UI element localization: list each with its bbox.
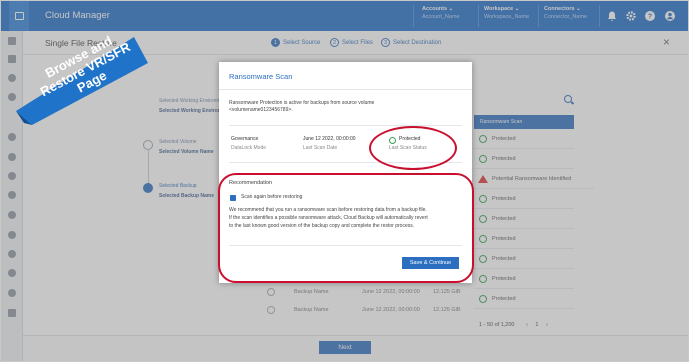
status-highlight [369,126,457,170]
app-frame: Cloud Manager Accounts ⌄ Account_Name Wo… [0,0,689,362]
dialog-intro: Ransomware Protection is active for back… [229,100,375,106]
scan-date: June 12 2022, 00:00:00 [303,136,356,142]
volume-name: <volumename0123456789>. [229,107,293,113]
governance-cell: Governance DataLock Mode [231,135,266,153]
governance-value: DataLock Mode [231,145,267,151]
divider [219,89,472,90]
recommendation-highlight [218,173,474,283]
scan-date-label: Last Scan Date [303,145,338,151]
last-scan-date-cell: June 12 2022, 00:00:00 Last Scan Date [303,135,356,153]
divider [229,125,462,126]
dialog-title: Ransomware Scan [229,72,293,81]
governance-label: Governance [231,136,259,142]
